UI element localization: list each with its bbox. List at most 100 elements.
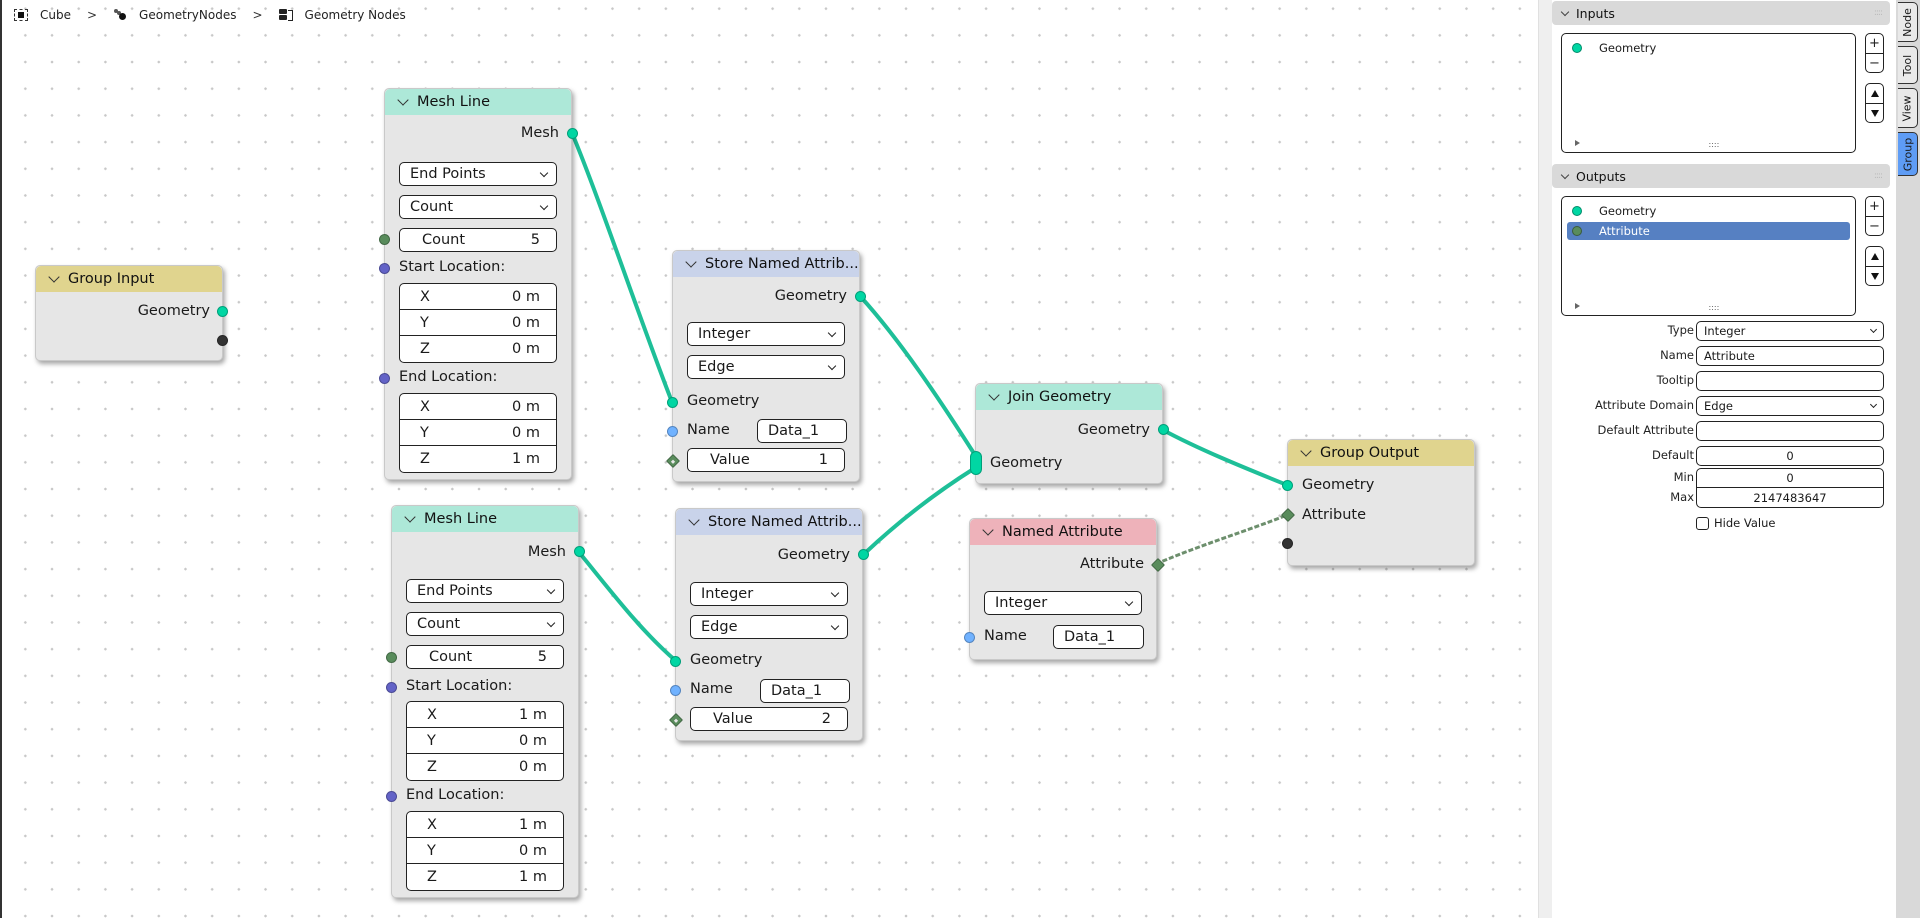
chevron-down-icon[interactable] [397,94,409,106]
type-dropdown[interactable]: Integer [1696,321,1884,341]
join-geometry-node[interactable]: Join Geometry Geometry Geometry [970,383,1169,484]
geometry-output-socket[interactable] [858,549,869,560]
geometry-multi-input-socket[interactable] [970,451,982,475]
name-input-socket[interactable] [667,426,678,437]
chevron-down-icon[interactable] [404,511,416,523]
vector-x-field[interactable]: X 0 m [400,284,556,310]
name-input[interactable]: Attribute [1696,346,1884,366]
vector-z-field[interactable]: Z 0 m [407,754,563,780]
name-input-socket[interactable] [964,632,975,643]
mode-dropdown[interactable]: End Points [406,579,564,603]
vector-x-field[interactable]: X 0 m [400,394,556,420]
end-location-socket[interactable] [379,373,390,384]
move-down-button[interactable] [1866,266,1883,285]
count-field[interactable]: Count 5 [406,645,564,669]
count-mode-dropdown[interactable]: Count [406,612,564,636]
data-type-dropdown[interactable]: Integer [984,591,1142,615]
hide-value-checkbox-row[interactable]: Hide Value [1696,516,1775,530]
node-header[interactable]: Named Attribute [970,519,1156,545]
name-input[interactable]: Data_1 [757,419,847,443]
vector-z-field[interactable]: Z 1 m [400,446,556,472]
group-output-node[interactable]: Group Output Geometry Attribute [1280,439,1475,566]
resize-grip-icon[interactable]: :::: [1709,303,1720,312]
empty-output-socket[interactable] [217,335,228,346]
vector-y-field[interactable]: Y 0 m [400,310,556,336]
breadcrumb-object[interactable]: Cube [40,8,71,22]
outputs-panel-header[interactable]: Outputs :::: [1552,164,1890,188]
mesh-line-node[interactable]: Mesh Line Mesh End Points Count Count 5 S… [379,88,578,480]
list-item-selected[interactable]: Attribute [1567,222,1850,240]
node-header[interactable]: Join Geometry [976,384,1162,410]
hide-value-checkbox[interactable] [1696,516,1709,530]
node-header[interactable]: Store Named Attrib... [676,509,862,535]
count-input-socket[interactable] [386,652,397,663]
resize-grip-icon[interactable]: :::: [1709,140,1720,149]
geometry-output-socket[interactable] [855,291,866,302]
mode-dropdown[interactable]: End Points [399,162,557,186]
store-named-attribute-node[interactable]: Store Named Attrib... Geometry Integer E… [668,508,869,741]
breadcrumb-modifier[interactable]: GeometryNodes [139,8,236,22]
chevron-down-icon[interactable] [685,256,697,268]
vector-z-field[interactable]: Z 1 m [407,864,563,890]
node-header[interactable]: Mesh Line [385,89,571,115]
value-field[interactable]: Value 2 [690,707,848,731]
mesh-output-socket[interactable] [567,128,578,139]
remove-output-button[interactable]: − [1866,216,1883,235]
chevron-down-icon[interactable] [1300,445,1312,457]
mesh-line-node[interactable]: Mesh Line Mesh End Points Count Count 5 S… [386,505,585,898]
start-location-socket[interactable] [379,263,390,274]
node-header[interactable]: Group Output [1288,440,1474,466]
geometry-output-socket[interactable] [217,306,228,317]
empty-input-socket[interactable] [1282,538,1293,549]
vector-y-field[interactable]: Y 0 m [407,728,563,754]
vector-y-field[interactable]: Y 0 m [400,420,556,446]
node-header[interactable]: Store Named Attrib... [673,251,859,277]
vector-x-field[interactable]: X 1 m [407,812,563,838]
domain-dropdown[interactable]: Edge [687,355,845,379]
domain-dropdown[interactable]: Edge [690,615,848,639]
vector-z-field[interactable]: Z 0 m [400,336,556,362]
list-item[interactable]: Geometry [1567,202,1850,220]
drag-grip-icon[interactable]: :::: [1874,171,1883,181]
chevron-down-icon[interactable] [688,514,700,526]
list-item[interactable]: Geometry [1567,39,1850,57]
group-input-node[interactable]: Group Input Geometry [35,265,228,361]
max-value-field[interactable]: 2147483647 [1696,488,1884,508]
count-field[interactable]: Count 5 [399,228,557,252]
tooltip-input[interactable] [1696,371,1884,391]
vector-x-field[interactable]: X 1 m [407,702,563,728]
add-output-button[interactable]: + [1866,197,1883,216]
end-location-socket[interactable] [386,791,397,802]
node-header[interactable]: Mesh Line [392,506,578,532]
chevron-down-icon[interactable] [988,389,1000,401]
name-input[interactable]: Data_1 [1053,625,1144,649]
geometry-input-socket[interactable] [667,397,678,408]
chevron-down-icon[interactable] [982,524,994,536]
attribute-domain-dropdown[interactable]: Edge [1696,396,1884,416]
default-value-field[interactable]: 0 [1696,446,1884,466]
vector-y-field[interactable]: Y 0 m [407,838,563,864]
data-type-dropdown[interactable]: Integer [687,322,845,346]
expand-triangle-icon[interactable] [1575,303,1580,309]
store-named-attribute-node[interactable]: Store Named Attrib... Geometry Integer E… [665,250,866,482]
chevron-down-icon[interactable] [48,271,60,283]
count-input-socket[interactable] [379,234,390,245]
expand-triangle-icon[interactable] [1575,140,1580,146]
remove-input-button[interactable]: − [1866,53,1883,72]
min-value-field[interactable]: 0 [1696,468,1884,488]
default-attribute-input[interactable] [1696,421,1884,441]
move-up-button[interactable] [1866,84,1883,103]
inputs-panel-header[interactable]: Inputs :::: [1552,1,1890,25]
tab-node[interactable]: Node [1898,2,1918,42]
add-input-button[interactable]: + [1866,34,1883,53]
geometry-input-socket[interactable] [1282,480,1293,491]
data-type-dropdown[interactable]: Integer [690,582,848,606]
geometry-output-socket[interactable] [1158,424,1169,435]
tab-view[interactable]: View [1898,88,1918,128]
value-field[interactable]: Value 1 [687,448,845,472]
name-input-socket[interactable] [670,685,681,696]
move-down-button[interactable] [1866,103,1883,122]
outputs-list[interactable]: Geometry Attribute :::: [1561,196,1856,316]
tab-tool[interactable]: Tool [1898,46,1918,84]
region-divider[interactable] [1538,0,1552,918]
